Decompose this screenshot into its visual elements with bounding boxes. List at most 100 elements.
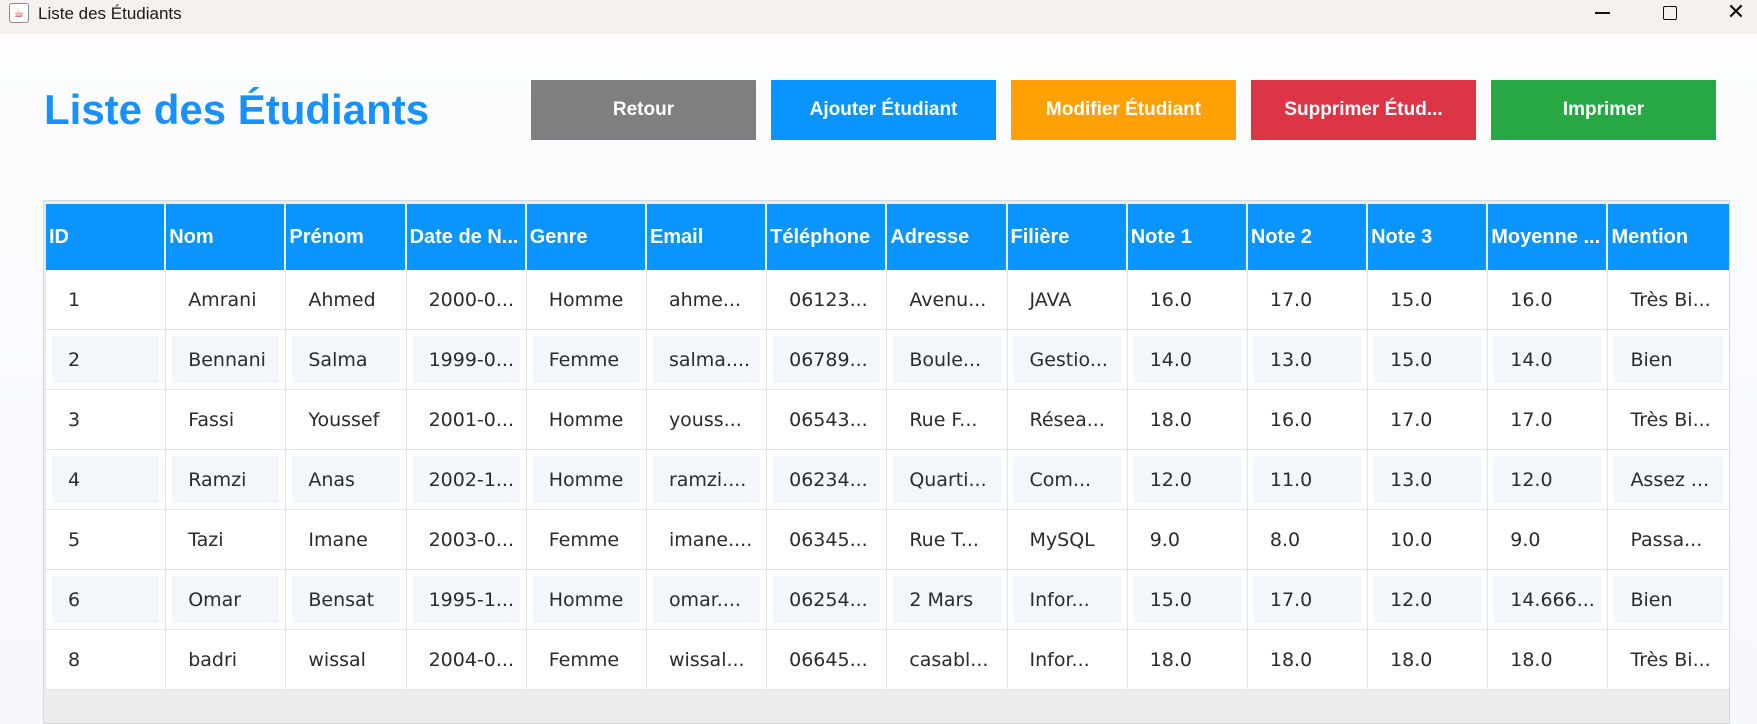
table-row[interactable]: 8 badri wissal 2004-0... Femme wissal... 06645… <box>46 630 1729 690</box>
table-cell[interactable]: Femme <box>527 630 647 689</box>
table-cell[interactable]: 6 <box>46 570 167 629</box>
table-cell[interactable]: ahme... <box>647 270 768 329</box>
table-cell[interactable]: 12.0 <box>1368 570 1489 629</box>
column-header[interactable]: Mention <box>1608 204 1728 270</box>
column-header[interactable]: Filière <box>1008 204 1128 270</box>
column-header[interactable]: Note 2 <box>1248 204 1369 270</box>
retour-button[interactable]: Retour <box>531 80 756 140</box>
table-cell[interactable]: Imane <box>286 510 407 569</box>
table-cell[interactable]: 06254... <box>767 570 888 629</box>
table-cell[interactable]: Bensat <box>286 570 407 629</box>
close-button[interactable]: ✕ <box>1706 0 1757 26</box>
table-cell[interactable]: 18.0 <box>1128 630 1248 689</box>
table-cell[interactable]: Gestio... <box>1008 330 1128 389</box>
table-cell[interactable]: Amrani <box>166 270 287 329</box>
table-cell[interactable]: 10.0 <box>1368 510 1489 569</box>
table-cell[interactable]: 14.0 <box>1488 330 1609 389</box>
column-header[interactable]: Email <box>647 204 768 270</box>
table-cell[interactable]: 06345... <box>767 510 888 569</box>
table-cell[interactable]: 16.0 <box>1488 270 1609 329</box>
edit-student-button[interactable]: Modifier Étudiant <box>1011 80 1236 140</box>
table-cell[interactable]: Assez ... <box>1608 450 1728 509</box>
table-cell[interactable]: 06645... <box>767 630 888 689</box>
table-cell[interactable]: Bien <box>1608 570 1728 629</box>
table-cell[interactable]: wissal... <box>647 630 768 689</box>
table-cell[interactable]: 2001-0... <box>407 390 527 449</box>
table-cell[interactable]: Quarti... <box>887 450 1008 509</box>
table-cell[interactable]: 15.0 <box>1368 270 1489 329</box>
table-cell[interactable]: 8 <box>46 630 167 689</box>
table-cell[interactable]: imane.... <box>647 510 768 569</box>
table-cell[interactable]: Tazi <box>166 510 287 569</box>
table-cell[interactable]: 14.666... <box>1488 570 1609 629</box>
table-cell[interactable]: Femme <box>527 330 647 389</box>
table-cell[interactable]: Homme <box>527 570 647 629</box>
table-cell[interactable]: 06123... <box>767 270 888 329</box>
table-cell[interactable]: 16.0 <box>1248 390 1369 449</box>
column-header[interactable]: Note 1 <box>1128 204 1248 270</box>
table-cell[interactable]: 2000-0... <box>407 270 527 329</box>
table-cell[interactable]: Anas <box>286 450 407 509</box>
table-cell[interactable]: 12.0 <box>1488 450 1609 509</box>
table-cell[interactable]: Bennani <box>166 330 287 389</box>
table-cell[interactable]: Ramzi <box>166 450 287 509</box>
table-cell[interactable]: Infor... <box>1008 630 1128 689</box>
table-cell[interactable]: 1995-1... <box>407 570 527 629</box>
table-cell[interactable]: 11.0 <box>1248 450 1369 509</box>
table-cell[interactable]: 06543... <box>767 390 888 449</box>
table-cell[interactable]: 3 <box>46 390 167 449</box>
table-cell[interactable]: Ahmed <box>286 270 407 329</box>
table-cell[interactable]: 2004-0... <box>407 630 527 689</box>
table-cell[interactable]: 9.0 <box>1488 510 1609 569</box>
table-cell[interactable]: Boule... <box>887 330 1008 389</box>
table-cell[interactable]: badri <box>166 630 287 689</box>
add-student-button[interactable]: Ajouter Étudiant <box>771 80 996 140</box>
delete-student-button[interactable]: Supprimer Étud... <box>1251 80 1476 140</box>
column-header[interactable]: Adresse <box>887 204 1008 270</box>
table-cell[interactable]: Fassi <box>166 390 287 449</box>
column-header[interactable]: Date de N... <box>407 204 527 270</box>
table-cell[interactable]: youss... <box>647 390 768 449</box>
column-header[interactable]: ID <box>46 204 167 270</box>
column-header[interactable]: Nom <box>166 204 287 270</box>
table-cell[interactable]: 17.0 <box>1368 390 1489 449</box>
table-cell[interactable]: 06789... <box>767 330 888 389</box>
table-cell[interactable]: Résea... <box>1008 390 1128 449</box>
column-header[interactable]: Téléphone <box>767 204 888 270</box>
table-cell[interactable]: Salma <box>286 330 407 389</box>
table-cell[interactable]: salma.... <box>647 330 768 389</box>
table-cell[interactable]: Passa... <box>1608 510 1728 569</box>
table-cell[interactable]: 2002-1... <box>407 450 527 509</box>
table-cell[interactable]: Com... <box>1008 450 1128 509</box>
table-cell[interactable]: 17.0 <box>1248 570 1369 629</box>
table-cell[interactable]: Très Bi... <box>1608 390 1728 449</box>
table-cell[interactable]: 14.0 <box>1128 330 1248 389</box>
column-header[interactable]: Note 3 <box>1368 204 1489 270</box>
table-cell[interactable]: wissal <box>286 630 407 689</box>
column-header[interactable]: Prénom <box>286 204 407 270</box>
table-cell[interactable]: Homme <box>527 390 647 449</box>
table-cell[interactable]: 9.0 <box>1128 510 1248 569</box>
table-cell[interactable]: 4 <box>46 450 167 509</box>
table-cell[interactable]: Homme <box>527 450 647 509</box>
table-cell[interactable]: 13.0 <box>1368 450 1489 509</box>
table-cell[interactable]: Youssef <box>286 390 407 449</box>
table-cell[interactable]: 18.0 <box>1488 630 1609 689</box>
table-cell[interactable]: 15.0 <box>1368 330 1489 389</box>
table-cell[interactable]: MySQL <box>1008 510 1128 569</box>
column-header[interactable]: Moyenne ... <box>1488 204 1609 270</box>
table-cell[interactable]: JAVA <box>1008 270 1128 329</box>
table-cell[interactable]: 13.0 <box>1248 330 1369 389</box>
table-row[interactable]: 3 Fassi Youssef 2001-0... Homme youss... 06543… <box>46 390 1729 450</box>
minimize-button[interactable] <box>1572 0 1632 26</box>
table-row[interactable]: 5 Tazi Imane 2003-0... Femme imane.... 06345..… <box>46 510 1729 570</box>
table-row[interactable]: 6 Omar Bensat 1995-1... Homme omar.... 06254..… <box>46 570 1729 630</box>
table-cell[interactable]: 16.0 <box>1128 270 1248 329</box>
column-header[interactable]: Genre <box>527 204 647 270</box>
table-cell[interactable]: Rue T... <box>887 510 1008 569</box>
table-cell[interactable]: casabl... <box>887 630 1008 689</box>
table-cell[interactable]: Femme <box>527 510 647 569</box>
table-cell[interactable]: 1 <box>46 270 167 329</box>
students-table[interactable]: ID Nom Prénom Date de N... Genre Email Télépho… <box>43 200 1730 724</box>
table-cell[interactable]: 17.0 <box>1488 390 1609 449</box>
